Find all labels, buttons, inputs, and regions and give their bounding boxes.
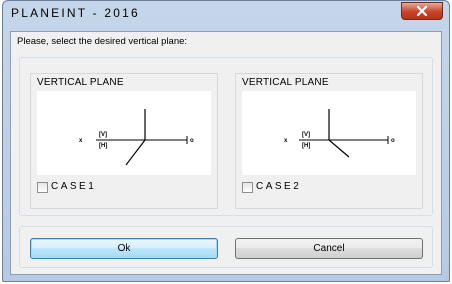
case2-panel: VERTICAL PLANE x [V] [H] o CASE2 <box>235 73 423 209</box>
plane-options-group: VERTICAL PLANE x [V] [H] o CASE1 VERTICA… <box>19 57 433 216</box>
button-group: Ok Cancel <box>19 226 433 268</box>
cancel-button[interactable]: Cancel <box>235 238 423 259</box>
lower-label: [H] <box>99 143 107 149</box>
upper-label: [V] <box>302 132 310 138</box>
case2-label[interactable]: CASE2 <box>256 181 301 192</box>
lower-label: [H] <box>302 143 310 149</box>
ok-button[interactable]: Ok <box>30 238 218 259</box>
x-axis-label: x <box>284 138 288 144</box>
horizontal-trace <box>328 139 350 158</box>
x-axis-label: x <box>79 138 83 144</box>
prompt-text: Please, select the desired vertical plan… <box>17 36 188 47</box>
case2-checkbox[interactable] <box>242 182 253 193</box>
upper-label: [V] <box>99 132 107 138</box>
case1-checkbox[interactable] <box>37 182 48 193</box>
vertical-plane-diagram-case2: x [V] [H] o <box>284 109 395 158</box>
panel-heading: VERTICAL PLANE <box>242 77 329 88</box>
close-button[interactable] <box>401 2 443 20</box>
title-bar[interactable]: PLANEINT - 2016 <box>3 1 449 27</box>
dialog-client-area: Please, select the desired vertical plan… <box>10 31 442 275</box>
horizontal-trace <box>125 139 146 166</box>
vertical-plane-diagram-case1: x [V] [H] o <box>79 109 194 166</box>
case1-panel: VERTICAL PLANE x [V] [H] o CASE1 <box>30 73 218 209</box>
panel-heading: VERTICAL PLANE <box>37 77 124 88</box>
case1-diagram[interactable]: x [V] [H] o <box>37 91 211 175</box>
window-title: PLANEINT - 2016 <box>11 6 140 20</box>
origin-label: o <box>190 138 194 144</box>
dialog-window: PLANEINT - 2016 Please, select the desir… <box>2 0 450 282</box>
close-icon <box>417 6 427 16</box>
case2-diagram[interactable]: x [V] [H] o <box>242 91 416 175</box>
case1-label[interactable]: CASE1 <box>51 181 96 192</box>
origin-label: o <box>391 138 395 144</box>
